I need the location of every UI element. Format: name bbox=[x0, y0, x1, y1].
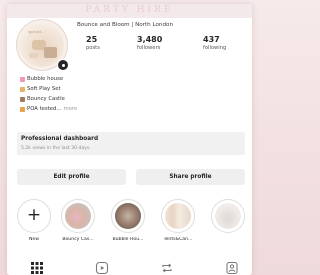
highlight-label: Bubble Hou... bbox=[112, 237, 144, 242]
posts-count: 25 bbox=[86, 35, 98, 44]
add-story-plus-icon[interactable] bbox=[57, 59, 69, 71]
tagged-icon[interactable] bbox=[225, 260, 239, 275]
profile-bio: Bubble house Soft Play Set Bouncy Castle… bbox=[20, 74, 190, 114]
posts-label: posts bbox=[86, 45, 100, 51]
cover-banner: PARTY HIRE bbox=[7, 4, 252, 18]
following-stat[interactable]: 437 following bbox=[203, 35, 226, 52]
dashboard-title: Professional dashboard bbox=[21, 136, 99, 142]
followers-label: followers bbox=[137, 45, 161, 51]
bio-text: Bubble house bbox=[27, 76, 64, 82]
display-name: Bounce and Bloom | North London bbox=[77, 22, 174, 28]
blocks-icon bbox=[20, 86, 25, 92]
highlight-circle bbox=[61, 199, 95, 233]
check-icon bbox=[20, 106, 25, 112]
bio-text: POA tested... bbox=[27, 106, 62, 112]
highlight-extra[interactable] bbox=[208, 199, 246, 247]
posts-stat[interactable]: 25 posts bbox=[86, 35, 100, 52]
highlight-cover bbox=[115, 203, 141, 229]
highlight-new[interactable]: + New bbox=[14, 199, 52, 247]
highlight-circle bbox=[211, 199, 245, 233]
followers-count: 3,480 bbox=[137, 35, 163, 44]
professional-dashboard[interactable]: Professional dashboard 5.2k views in the… bbox=[17, 132, 245, 155]
profile-screen: PARTY HIRE sprout... Bounce and Bloom | … bbox=[7, 4, 252, 275]
highlight-circle bbox=[111, 199, 145, 233]
edit-profile-button[interactable]: Edit profile bbox=[17, 169, 126, 185]
share-profile-button[interactable]: Share profile bbox=[136, 169, 245, 185]
profile-tab-bar bbox=[7, 260, 252, 275]
highlight-tents[interactable]: Tents&Can... bbox=[158, 199, 196, 247]
highlight-label: Tents&Can... bbox=[163, 237, 193, 242]
grid-icon[interactable] bbox=[30, 260, 44, 274]
highlight-circle: + bbox=[17, 199, 51, 233]
bio-text: Soft Play Set bbox=[27, 86, 61, 92]
castle-icon bbox=[20, 96, 25, 102]
bio-more-link[interactable]: more bbox=[63, 106, 77, 112]
dashboard-subtitle: 5.2k views in the last 30 days. bbox=[21, 146, 91, 151]
plus-dot bbox=[61, 63, 65, 67]
bio-line: Bubble house bbox=[20, 74, 190, 84]
plus-icon: + bbox=[26, 205, 42, 225]
bio-line: Bouncy Castle bbox=[20, 94, 190, 104]
highlight-cover bbox=[65, 203, 91, 229]
highlight-circle bbox=[161, 199, 195, 233]
banner-text: PARTY HIRE bbox=[85, 5, 174, 15]
highlight-label: Bouncy Cas... bbox=[62, 237, 94, 242]
highlight-bouncy-castle[interactable]: Bouncy Cas... bbox=[58, 199, 96, 247]
following-label: following bbox=[203, 45, 227, 51]
bio-text: Bouncy Castle bbox=[27, 96, 65, 102]
bio-line: POA tested... more bbox=[20, 104, 190, 114]
reposts-icon[interactable] bbox=[160, 260, 174, 274]
avatar-shape bbox=[44, 47, 57, 58]
highlight-bubble-house[interactable]: Bubble Hou... bbox=[108, 199, 146, 247]
avatar-caption: sprout... bbox=[28, 29, 45, 34]
pink-house-icon bbox=[20, 76, 25, 82]
highlight-cover bbox=[165, 203, 191, 229]
followers-stat[interactable]: 3,480 followers bbox=[137, 35, 162, 52]
highlight-cover bbox=[215, 203, 241, 229]
reels-icon[interactable] bbox=[95, 260, 109, 275]
bio-line: Soft Play Set bbox=[20, 84, 190, 94]
profile-stats: 25 posts 3,480 followers 437 following bbox=[77, 35, 252, 59]
following-count: 437 bbox=[203, 35, 220, 44]
highlight-label: New bbox=[28, 237, 40, 242]
avatar-shape bbox=[29, 53, 38, 58]
